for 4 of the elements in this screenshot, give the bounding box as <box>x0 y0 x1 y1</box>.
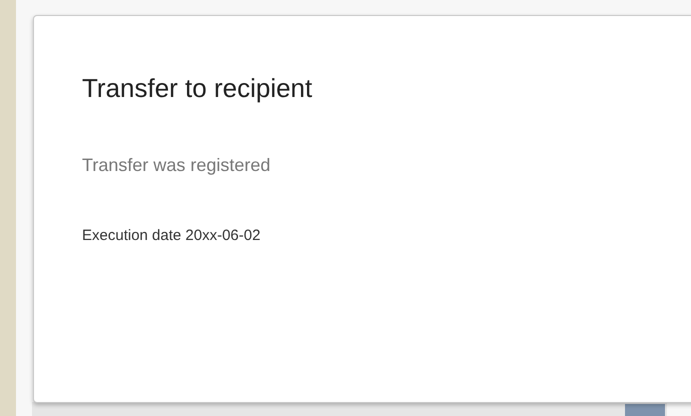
execution-date: Execution date 20xx-06-02 <box>82 226 262 246</box>
dropdown-button[interactable] <box>625 404 665 416</box>
status-message: Transfer was registered <box>82 154 272 176</box>
dialog-title: Transfer to recipient <box>82 72 314 104</box>
